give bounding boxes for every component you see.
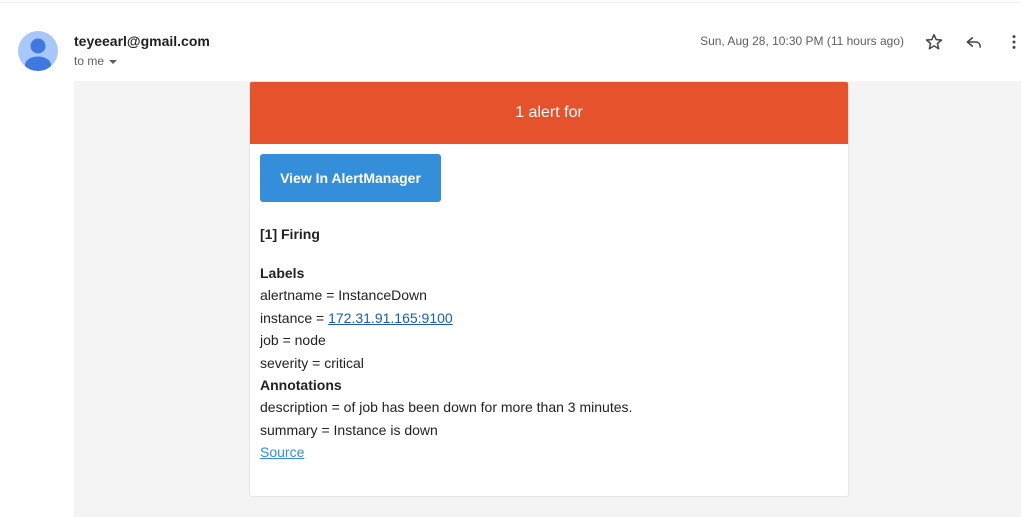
label-job: job = node: [260, 332, 326, 348]
label-instance: instance = 172.31.91.165:9100: [260, 307, 838, 330]
star-icon[interactable]: [922, 30, 946, 54]
avatar[interactable]: [18, 31, 58, 71]
reply-icon[interactable]: [962, 30, 986, 54]
label-severity: severity = critical: [260, 354, 364, 371]
message-body: 1 alert for View In AlertManager [1] Fir…: [74, 81, 1021, 517]
alert-banner: 1 alert for: [250, 82, 848, 144]
labels-heading: Labels: [260, 265, 305, 281]
label-alertname: alertname = InstanceDown: [260, 287, 427, 303]
recipient-dropdown[interactable]: to me: [74, 54, 118, 68]
timestamp: Sun, Aug 28, 10:30 PM (11 hours ago): [700, 34, 904, 48]
instance-link[interactable]: 172.31.91.165:9100: [328, 310, 453, 326]
recipient-label: to me: [74, 54, 105, 68]
annotation-summary: summary = Instance is down: [260, 421, 438, 438]
chevron-down-icon: [108, 54, 118, 68]
sender-email: teyeearl@gmail.com: [74, 33, 210, 49]
source-link[interactable]: Source: [260, 444, 304, 460]
top-divider: [0, 2, 1021, 3]
more-vert-icon[interactable]: [1002, 30, 1021, 54]
firing-heading: [1] Firing: [260, 226, 320, 242]
view-in-alertmanager-button[interactable]: View In AlertManager: [260, 154, 441, 202]
person-icon: [25, 38, 51, 71]
label-instance-prefix: instance =: [260, 309, 329, 326]
annotation-description: description = of job has been down for m…: [260, 399, 633, 415]
annotations-heading: Annotations: [260, 377, 342, 393]
alert-card: 1 alert for View In AlertManager [1] Fir…: [249, 81, 849, 497]
alert-banner-title: 1 alert for: [515, 104, 583, 121]
